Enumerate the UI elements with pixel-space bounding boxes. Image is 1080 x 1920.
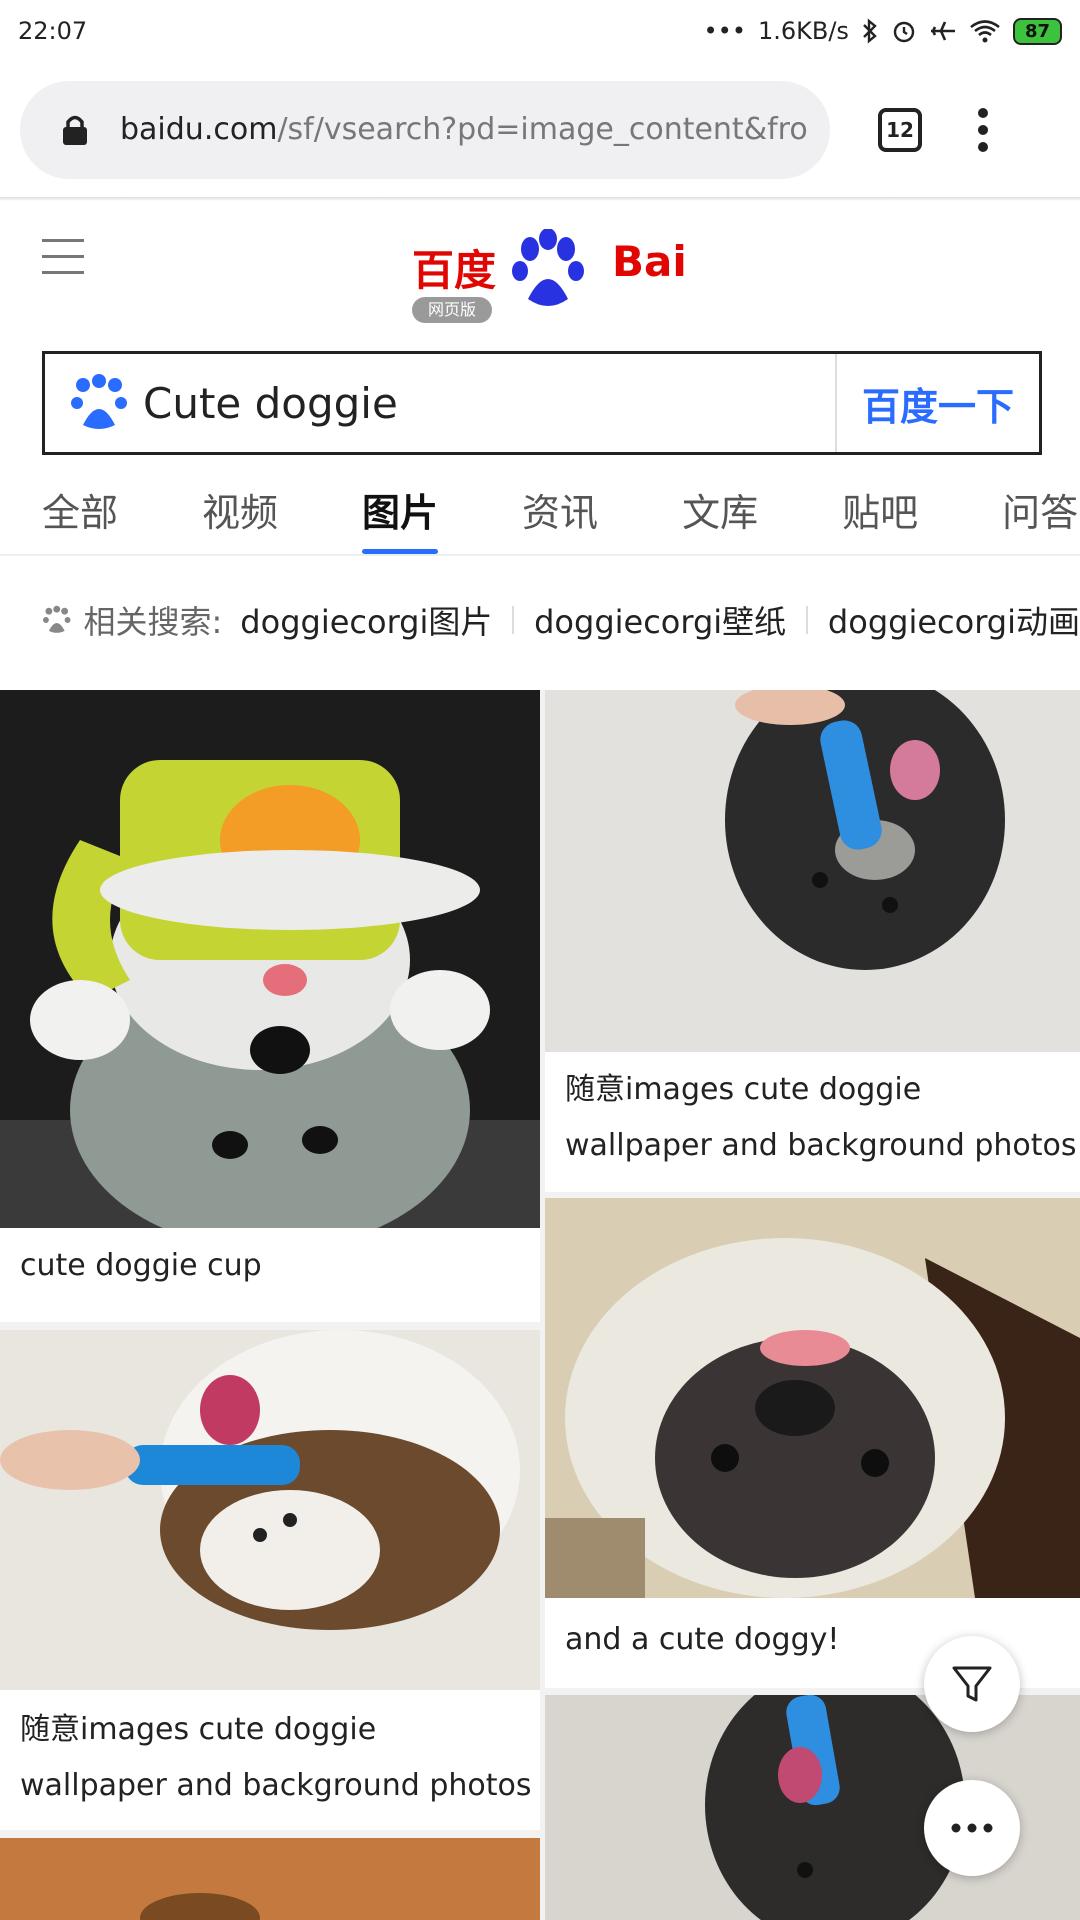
result-caption: and a cute doggy! bbox=[565, 1622, 840, 1657]
related-searches: 相关搜索: doggiecorgi图片 doggiecorgi壁纸 doggie… bbox=[0, 556, 1080, 684]
result-image[interactable] bbox=[545, 1198, 1080, 1598]
logo-chinese-mark: 百度 bbox=[412, 246, 497, 295]
site-header: 百度 Bai 网页版 bbox=[0, 201, 1080, 351]
tab-qa[interactable]: 问答 bbox=[1002, 470, 1078, 554]
result-caption: cute doggie cup bbox=[20, 1248, 262, 1283]
bluetooth-icon bbox=[863, 18, 877, 44]
search-input[interactable] bbox=[143, 378, 835, 428]
result-card[interactable] bbox=[0, 1838, 540, 1920]
tab-images[interactable]: 图片 bbox=[362, 470, 439, 554]
network-speed: 1.6KB/s bbox=[757, 17, 849, 45]
logo-badge: 网页版 bbox=[412, 297, 492, 323]
tab-video[interactable]: 视频 bbox=[202, 470, 278, 554]
tab-tieba[interactable]: 贴吧 bbox=[842, 470, 918, 554]
status-bar: 22:07 ••• 1.6KB/s 87 bbox=[0, 0, 1080, 62]
related-paw-icon bbox=[42, 605, 71, 633]
alarm-icon bbox=[893, 21, 915, 43]
airplane-icon bbox=[930, 21, 955, 41]
filter-button[interactable] bbox=[924, 1636, 1020, 1732]
related-label: 相关搜索: bbox=[83, 603, 223, 641]
result-card[interactable]: cute doggie cup bbox=[0, 690, 540, 1322]
browser-menu-button[interactable] bbox=[978, 107, 988, 152]
hamburger-menu-icon[interactable] bbox=[42, 239, 84, 287]
result-card[interactable]: and a cute doggy! bbox=[545, 1198, 1080, 1688]
category-tabs: 全部 视频 图片 资讯 文库 贴吧 问答 bbox=[0, 470, 1080, 556]
result-caption: wallpaper and background photos bbox=[20, 1768, 532, 1803]
related-separator bbox=[806, 606, 808, 634]
logo-latin-mark: Bai bbox=[612, 237, 687, 286]
tab-news[interactable]: 资讯 bbox=[522, 470, 598, 554]
url-text: baidu.com/sf/vsearch?pd=image_content&fr… bbox=[120, 112, 808, 147]
tab-all[interactable]: 全部 bbox=[42, 470, 118, 554]
result-image[interactable] bbox=[0, 1330, 540, 1690]
paw-logo-icon bbox=[512, 229, 584, 306]
wifi-icon bbox=[970, 20, 1000, 43]
more-options-button[interactable] bbox=[924, 1780, 1020, 1876]
lock-icon bbox=[63, 115, 87, 145]
url-host: baidu.com bbox=[120, 112, 278, 147]
related-item[interactable]: doggiecorgi图片 bbox=[240, 597, 492, 643]
tab-library[interactable]: 文库 bbox=[682, 470, 758, 554]
image-results-grid: cute doggie cup 随意images cute doggie wal… bbox=[0, 690, 1080, 1920]
baidu-logo[interactable]: 百度 Bai 网页版 bbox=[412, 229, 687, 323]
result-image[interactable] bbox=[0, 690, 540, 1228]
more-icon bbox=[951, 1823, 993, 1833]
result-caption: 随意images cute doggie bbox=[20, 1712, 377, 1747]
result-caption: wallpaper and background photos bbox=[565, 1128, 1077, 1163]
result-card[interactable]: 随意images cute doggie wallpaper and backg… bbox=[0, 1330, 540, 1830]
related-item[interactable]: doggiecorgi壁纸 bbox=[534, 597, 786, 643]
search-button[interactable]: 百度一下 bbox=[835, 354, 1039, 452]
search-box: 百度一下 bbox=[42, 351, 1042, 455]
related-separator bbox=[512, 606, 515, 634]
result-caption: 随意images cute doggie bbox=[565, 1072, 922, 1107]
result-image[interactable] bbox=[545, 690, 1080, 1052]
status-time: 22:07 bbox=[18, 17, 88, 45]
filter-icon bbox=[952, 1666, 992, 1702]
battery-indicator: 87 bbox=[1012, 17, 1062, 45]
result-card[interactable]: 随意images cute doggie wallpaper and backg… bbox=[545, 690, 1080, 1192]
paw-icon bbox=[71, 374, 127, 429]
address-bar[interactable]: baidu.com/sf/vsearch?pd=image_content&fr… bbox=[20, 80, 830, 179]
browser-toolbar: baidu.com/sf/vsearch?pd=image_content&fr… bbox=[0, 62, 1080, 197]
result-image[interactable] bbox=[0, 1838, 540, 1920]
url-path: /sf/vsearch?pd=image_content&fro bbox=[277, 112, 808, 147]
related-item[interactable]: doggiecorgi动画 bbox=[828, 597, 1080, 643]
notification-dots: ••• bbox=[703, 17, 746, 45]
tab-switcher-button[interactable]: 12 bbox=[878, 107, 922, 152]
